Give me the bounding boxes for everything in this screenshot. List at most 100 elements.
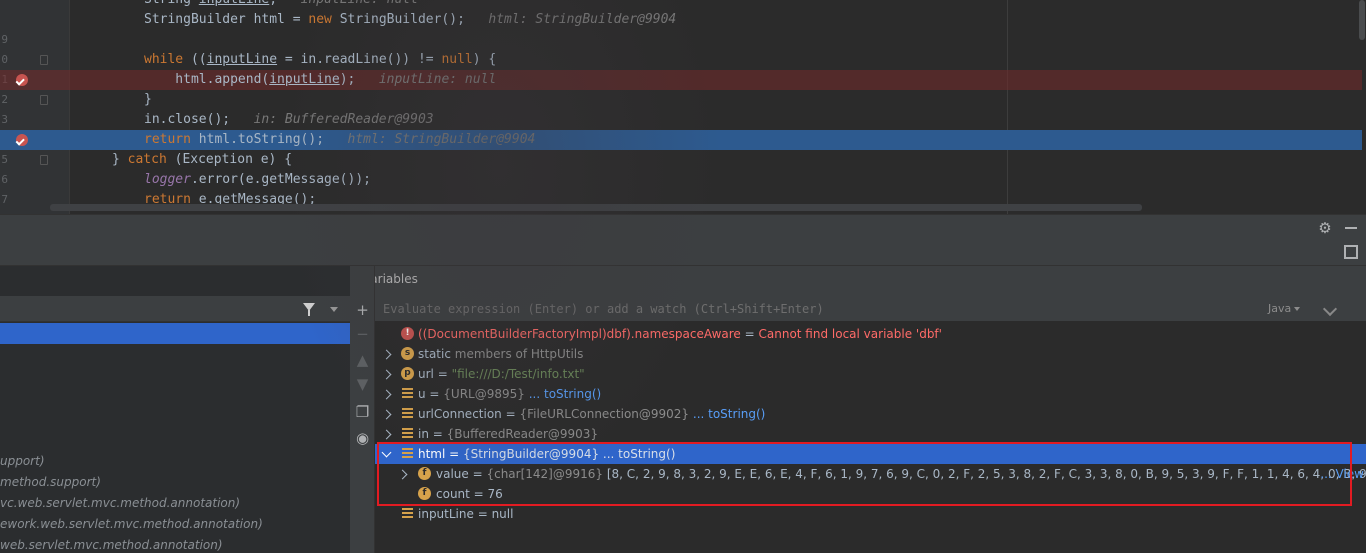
expand-editor-icon[interactable] [1322,301,1338,317]
code-text: } catch (Exception e) { [112,152,293,167]
variable-text: html = {StringBuilder@9904} ... toString… [418,444,675,464]
static-icon: s [401,347,414,360]
frame-row-selected[interactable] [0,323,350,344]
variable-name: urlConnection [418,407,502,421]
expand-arrow-icon[interactable] [397,469,408,480]
debug-tool-window-header: ⚙ [0,214,1366,240]
move-down-icon[interactable]: ▼ [354,376,371,393]
variables-header: Variables [375,266,1366,296]
variable-text: url = "file:///D:/Test/info.txt" [418,364,585,384]
variable-text: urlConnection = {FileURLConnection@9902}… [418,404,765,424]
code-text: } [144,92,152,107]
frames-panel[interactable]: upport) method.support) vc.web.servlet.m… [0,266,350,553]
variables-side-toolbar: + − ▲ ▼ ❐ ◉ [350,266,375,553]
view-link[interactable]: ... View [1320,464,1364,484]
remove-watch-icon[interactable]: − [354,326,371,343]
code-editor[interactable]: String inputLine; inputLine: null 9 Stri… [0,0,1366,214]
vertical-scrollbar[interactable] [1359,0,1365,40]
language-select[interactable]: Java [1268,302,1301,315]
code-line-1[interactable]: String inputLine; inputLine: null [0,0,1362,10]
eye-icon[interactable]: ◉ [354,430,371,447]
variables-panel[interactable]: Variables Java ! ((DocumentBuilderFactor… [375,266,1366,553]
variable-row-static[interactable]: s static members of HttpUtils [375,344,1366,364]
code-text: return html.toString(); html: StringBuil… [144,132,536,147]
frame-row[interactable]: ework.web.servlet.mvc.method.annotation) [0,514,350,535]
evaluate-bar: Java [375,296,1366,322]
move-up-icon[interactable]: ▲ [354,352,371,369]
watch-error-value: Cannot find local variable 'dbf' [758,327,942,341]
frame-row[interactable]: method.support) [0,472,350,493]
variable-name: inputLine [418,507,474,521]
variable-type: {URL@9895} [443,387,525,401]
expand-arrow-icon[interactable] [381,389,392,400]
frame-row[interactable]: web.servlet.mvc.method.annotation) [0,535,350,553]
watch-text: ((DocumentBuilderFactoryImpl)dbf).namesp… [418,324,942,344]
equals: = [445,447,464,461]
frame-row[interactable]: vc.web.servlet.mvc.method.annotation) [0,493,350,514]
collapse-arrow-icon[interactable] [381,447,392,458]
fold-marker-icon[interactable] [40,155,48,165]
equals: = [428,427,447,441]
variable-type: {BufferedReader@9903} [446,427,599,441]
code-line-9[interactable]: 6 } catch (Exception e) { [0,150,1362,186]
variable-row-inputline[interactable]: inputLine = null [375,504,1366,524]
variable-value: [8, C, 2, 9, 8, 3, 2, 9, E, E, 6, E, 4, … [603,467,1366,481]
variable-value: "file:///D:/Test/info.txt" [451,367,585,381]
variable-row-urlconnection[interactable]: urlConnection = {FileURLConnection@9902}… [375,404,1366,424]
breakpoint-icon[interactable] [16,134,28,146]
equals: = [473,507,492,521]
variable-text: count = 76 [436,484,503,504]
variable-row-url[interactable]: p url = "file:///D:/Test/info.txt" [375,364,1366,384]
variables-title: Variables [375,272,418,286]
fold-marker-icon[interactable] [40,95,48,105]
variable-row-html[interactable]: html = {StringBuilder@9904} ... toString… [375,444,1366,464]
code-text: StringBuilder html = new StringBuilder()… [144,12,677,27]
expand-arrow-icon[interactable] [381,369,392,380]
code-line-7[interactable]: 4 in.close(); in: BufferedReader@9903 [0,110,1362,146]
debug-subbar [0,240,1366,266]
tostring-link[interactable]: ... toString() [525,387,601,401]
code-line-2[interactable]: 9 StringBuilder html = new StringBuilder… [0,10,1362,46]
layout-settings-icon[interactable] [1344,245,1358,259]
frame-row[interactable]: upport) [0,451,350,472]
variable-row-in[interactable]: in = {BufferedReader@9903} [375,424,1366,444]
local-variable-icon [401,387,414,400]
code-line-8-execution-point[interactable]: 5 return html.toString(); html: StringBu… [0,130,1362,166]
expand-arrow-icon[interactable] [381,349,392,360]
breakpoint-icon[interactable] [16,74,28,86]
filter-icon[interactable] [303,303,315,316]
code-line-4[interactable]: 1 while ((inputLine = in.readLine()) != … [0,50,1362,86]
variable-row-count[interactable]: f count = 76 [375,484,1366,504]
gear-icon[interactable]: ⚙ [1316,219,1334,237]
code-line-6[interactable]: 3 } [0,90,1362,126]
code-line-3[interactable]: 0 [0,30,1362,66]
variable-name: count [436,487,470,501]
equals: = [468,467,487,481]
evaluate-expression-input[interactable] [383,300,1263,318]
add-watch-icon[interactable]: + [354,302,371,319]
watch-row-error[interactable]: ! ((DocumentBuilderFactoryImpl)dbf).name… [375,324,1366,344]
expand-arrow-icon[interactable] [381,429,392,440]
variable-row-value[interactable]: f value = {char[142]@9916} [8, C, 2, 9, … [375,464,1366,484]
code-text: String inputLine; inputLine: null [144,0,418,10]
variable-name: value [436,467,469,481]
variable-type: {FileURLConnection@9902} [519,407,690,421]
tostring-link[interactable]: ... toString() [599,447,675,461]
fold-marker-icon[interactable] [40,55,48,65]
equals: = [740,327,759,341]
variable-name: html [418,447,446,461]
copy-icon[interactable]: ❐ [354,404,371,421]
local-variable-icon [401,507,414,520]
horizontal-scrollbar[interactable] [50,204,1142,211]
minimize-icon[interactable] [1342,219,1360,237]
code-line-5-breakpoint[interactable]: 2 html.append(inputLine); inputLine: nul… [0,70,1362,106]
parameter-icon: p [401,367,414,380]
variable-row-u[interactable]: u = {URL@9895} ... toString() [375,384,1366,404]
watch-expression: ((DocumentBuilderFactoryImpl)dbf).namesp… [418,327,741,341]
tostring-link[interactable]: ... toString() [689,407,765,421]
chevron-down-icon[interactable] [330,307,338,312]
variable-name: static [418,347,451,361]
variable-text: static members of HttpUtils [418,344,583,364]
code-line-10[interactable]: 7 logger.error(e.getMessage()); [0,170,1362,206]
expand-arrow-icon[interactable] [381,409,392,420]
